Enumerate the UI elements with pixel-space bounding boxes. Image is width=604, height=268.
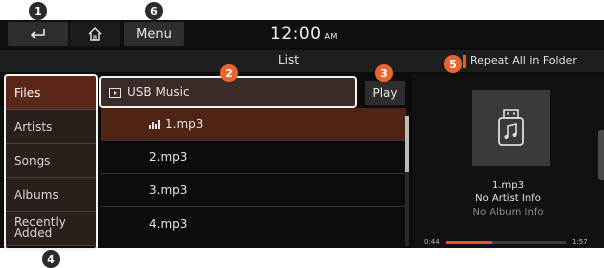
clock: 12:00 AM [270, 24, 338, 44]
file-name: 3.mp3 [149, 183, 188, 197]
progress-fill [446, 241, 492, 244]
list-scroll-thumb[interactable] [405, 116, 409, 172]
home-icon [88, 27, 102, 41]
callout-5: 5 [444, 55, 462, 73]
file-row-3[interactable]: 3.mp3 [101, 174, 406, 207]
file-row-1[interactable]: 1.mp3 [101, 108, 406, 141]
file-row-2[interactable]: 2.mp3 [101, 141, 406, 174]
now-playing-eq-icon [149, 120, 160, 129]
callout-1-leader [38, 20, 39, 24]
total-time: 1:57 [572, 238, 588, 246]
file-row-4[interactable]: 4.mp3 [101, 207, 406, 240]
callout-4: 4 [42, 250, 60, 268]
file-name: 2.mp3 [149, 150, 188, 164]
play-button[interactable]: Play [365, 81, 405, 105]
menu-button[interactable]: Menu [124, 22, 184, 46]
callout-6-leader [154, 20, 155, 24]
file-name: 1.mp3 [165, 117, 204, 131]
track-title: 1.mp3 [492, 180, 524, 191]
album-art [472, 90, 550, 166]
clock-time: 12:00 [270, 24, 322, 44]
track-artist: No Artist Info [475, 193, 541, 204]
title-bar: List Repeat All in Folder [0, 50, 604, 72]
category-highlight [4, 74, 98, 250]
back-icon [30, 29, 45, 39]
elapsed-time: 0:44 [424, 238, 440, 246]
callout-2: 2 [220, 64, 238, 82]
track-album: No Album Info [472, 207, 544, 218]
repeat-mode-label: Repeat All in Folder [470, 54, 577, 67]
callout-1: 1 [29, 2, 47, 20]
top-bar: Menu 12:00 AM [0, 20, 604, 48]
callout-3: 3 [375, 64, 393, 82]
page-title: List [278, 53, 299, 67]
home-button[interactable] [70, 22, 120, 46]
callout-6: 6 [145, 2, 163, 20]
usb-music-icon [498, 109, 524, 146]
side-panel-handle[interactable] [598, 130, 604, 180]
repeat-indicator [463, 55, 466, 68]
file-name: 4.mp3 [149, 216, 188, 231]
clock-ampm: AM [324, 32, 338, 41]
back-button[interactable] [8, 22, 68, 46]
